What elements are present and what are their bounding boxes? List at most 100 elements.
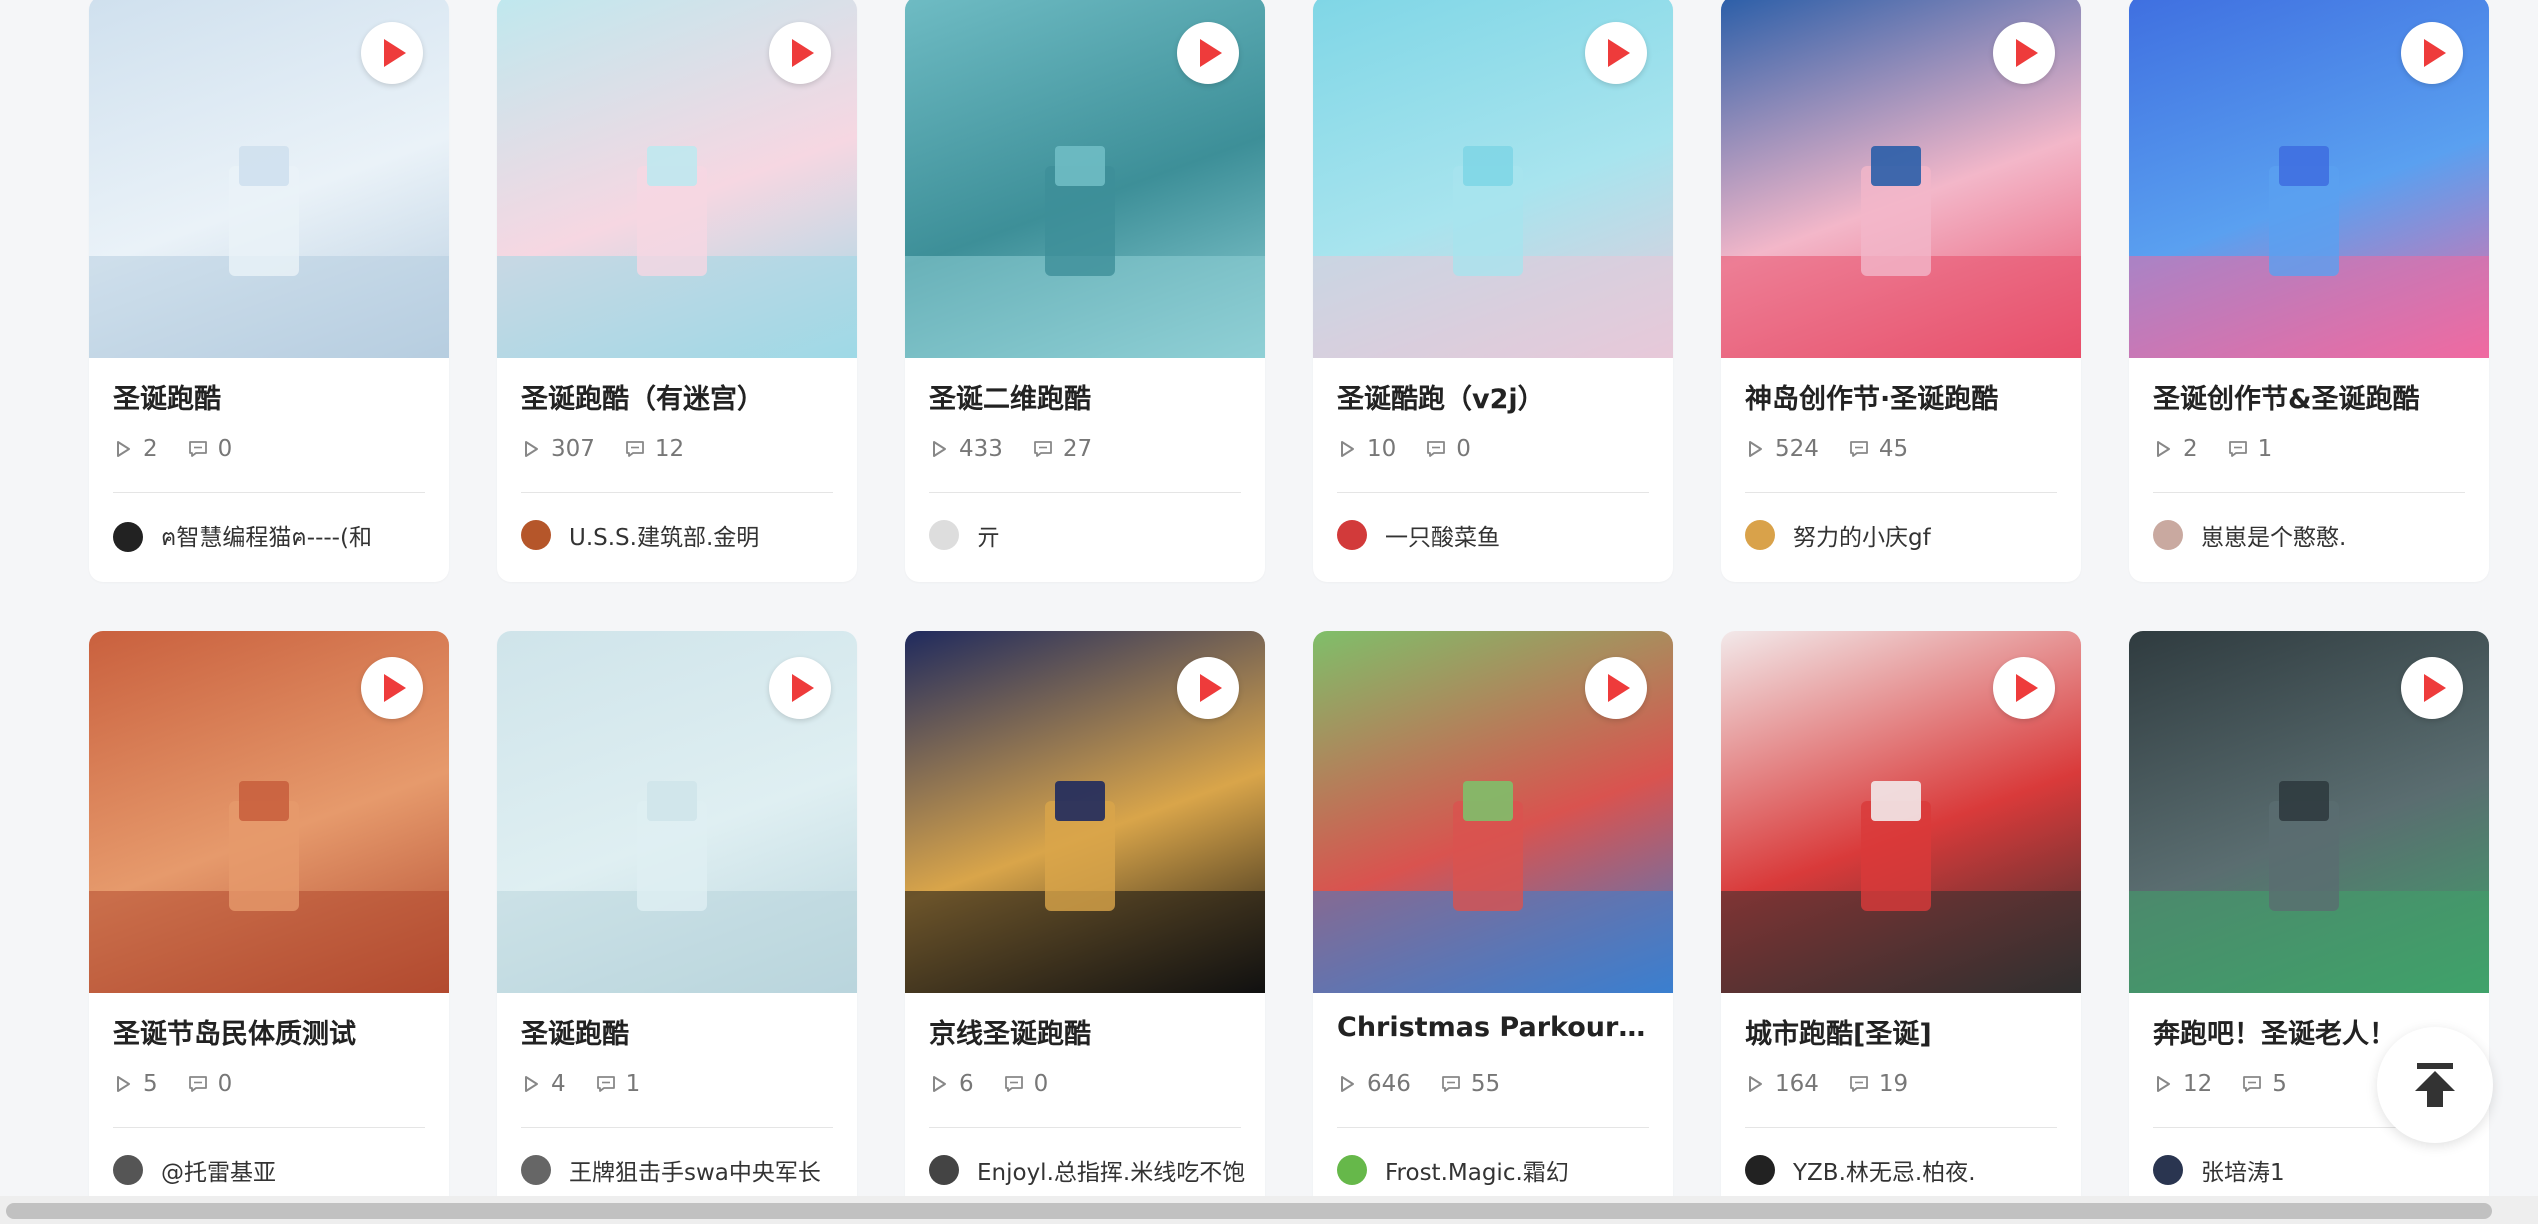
play-button[interactable] <box>1585 22 1647 84</box>
game-stats: 12 5 <box>2153 1071 2317 1097</box>
author-name[interactable]: 张培涛1 <box>2201 1153 2285 1187</box>
play-count: 10 <box>1337 436 1396 462</box>
game-thumbnail[interactable] <box>1721 631 2081 993</box>
back-to-top-button[interactable] <box>2377 1027 2493 1143</box>
game-title[interactable]: 神岛创作节·圣诞跑酷 <box>1745 377 2063 416</box>
author-info[interactable]: 努力的小庆gf <box>1745 518 2065 552</box>
game-card[interactable]: 圣诞创作节&圣诞跑酷 2 1 崽崽是个憨憨. <box>2129 0 2489 582</box>
author-info[interactable]: 崽崽是个憨憨. <box>2153 518 2473 552</box>
card-divider <box>1745 1127 2057 1128</box>
game-title[interactable]: 京线圣诞跑酷 <box>929 1012 1247 1051</box>
game-title[interactable]: 圣诞节岛民体质测试 <box>113 1012 431 1051</box>
play-icon <box>384 674 406 702</box>
avatar <box>929 520 959 550</box>
views-icon <box>117 1076 130 1092</box>
game-stats: 10 0 <box>1337 436 1501 462</box>
author-name[interactable]: 一只酸菜鱼 <box>1385 518 1500 552</box>
game-title[interactable]: 城市跑酷[圣诞] <box>1745 1012 2063 1051</box>
play-count-value: 2 <box>143 436 158 462</box>
avatar <box>1745 1155 1775 1185</box>
game-thumbnail[interactable] <box>497 631 857 993</box>
game-title[interactable]: Christmas Parkour/... <box>1337 1012 1655 1043</box>
game-card[interactable]: 圣诞跑酷（有迷宫） 307 12 U.S.S.建筑部.金明 <box>497 0 857 582</box>
card-divider <box>2153 492 2465 493</box>
game-thumbnail[interactable] <box>89 631 449 993</box>
game-card[interactable]: 圣诞节岛民体质测试 5 0 @托雷基亚 <box>89 631 449 1217</box>
comment-count: 1 <box>596 1071 640 1097</box>
game-card[interactable]: 京线圣诞跑酷 6 0 Enjoyl.总指挥.米线吃不饱 <box>905 631 1265 1217</box>
game-thumbnail[interactable] <box>905 631 1265 993</box>
author-info[interactable]: YZB.林无忌.柏夜. <box>1745 1153 2065 1187</box>
author-name[interactable]: U.S.S.建筑部.金明 <box>569 518 759 552</box>
views-icon <box>1341 1076 1354 1092</box>
author-info[interactable]: U.S.S.建筑部.金明 <box>521 518 841 552</box>
play-button[interactable] <box>1177 22 1239 84</box>
comment-count: 5 <box>2242 1071 2287 1097</box>
play-button[interactable] <box>1993 22 2055 84</box>
avatar <box>521 520 551 550</box>
game-thumbnail[interactable] <box>2129 631 2489 993</box>
play-button[interactable] <box>1585 657 1647 719</box>
author-info[interactable]: @托雷基亚 <box>113 1153 433 1187</box>
play-button[interactable] <box>769 657 831 719</box>
game-thumbnail[interactable] <box>497 0 857 358</box>
author-name[interactable]: Enjoyl.总指挥.米线吃不饱 <box>977 1153 1245 1187</box>
comment-count: 27 <box>1033 436 1092 462</box>
card-divider <box>1337 492 1649 493</box>
author-name[interactable]: 崽崽是个憨憨. <box>2201 518 2346 552</box>
game-card[interactable]: 圣诞酷跑（v2j） 10 0 一只酸菜鱼 <box>1313 0 1673 582</box>
author-info[interactable]: 一只酸菜鱼 <box>1337 518 1657 552</box>
play-button[interactable] <box>1993 657 2055 719</box>
game-card[interactable]: 神岛创作节·圣诞跑酷 524 45 努力的小庆gf <box>1721 0 2081 582</box>
card-divider <box>929 1127 1241 1128</box>
game-card[interactable]: Christmas Parkour/... 646 55 Frost.Magic.霜幻 <box>1313 631 1673 1217</box>
game-thumbnail[interactable] <box>1313 0 1673 358</box>
author-name[interactable]: 亓 <box>977 518 1000 552</box>
game-thumbnail[interactable] <box>905 0 1265 358</box>
game-title[interactable]: 圣诞创作节&圣诞跑酷 <box>2153 377 2471 416</box>
author-info[interactable]: Enjoyl.总指挥.米线吃不饱 <box>929 1153 1249 1187</box>
play-button[interactable] <box>361 657 423 719</box>
author-info[interactable]: 王牌狙击手swa中央军长 <box>521 1153 841 1187</box>
views-icon <box>117 441 130 457</box>
avatar <box>929 1155 959 1185</box>
play-count: 4 <box>521 1071 566 1097</box>
play-button[interactable] <box>2401 22 2463 84</box>
comment-icon <box>188 441 207 457</box>
game-card[interactable]: 圣诞二维跑酷 433 27 亓 <box>905 0 1265 582</box>
game-title[interactable]: 圣诞跑酷 <box>521 1012 839 1051</box>
game-title[interactable]: 圣诞酷跑（v2j） <box>1337 377 1655 416</box>
author-info[interactable]: Frost.Magic.霜幻 <box>1337 1153 1657 1187</box>
comment-count-value: 5 <box>2272 1071 2287 1097</box>
author-info[interactable]: 张培涛1 <box>2153 1153 2473 1187</box>
play-button[interactable] <box>361 22 423 84</box>
game-thumbnail[interactable] <box>1313 631 1673 993</box>
author-name[interactable]: ฅ智慧编程猫ฅ----(和 <box>161 518 372 556</box>
comment-count-value: 45 <box>1878 436 1909 462</box>
play-icon <box>2424 39 2446 67</box>
game-card[interactable]: 圣诞跑酷 2 0 ฅ智慧编程猫ฅ----(和 <box>89 0 449 582</box>
author-info[interactable]: 亓 <box>929 518 1249 552</box>
comment-count: 0 <box>188 1071 232 1097</box>
play-button[interactable] <box>1177 657 1239 719</box>
game-thumbnail[interactable] <box>89 0 449 358</box>
author-name[interactable]: YZB.林无忌.柏夜. <box>1793 1153 1976 1187</box>
play-button[interactable] <box>2401 657 2463 719</box>
game-thumbnail[interactable] <box>1721 0 2081 358</box>
game-thumbnail[interactable] <box>2129 0 2489 358</box>
scrollbar-thumb[interactable] <box>6 1203 2492 1219</box>
play-button[interactable] <box>769 22 831 84</box>
game-stats: 60 <box>929 1071 1078 1097</box>
game-card[interactable]: 城市跑酷[圣诞] 164 19 YZB.林无忌.柏夜. <box>1721 631 2081 1217</box>
game-title[interactable]: 圣诞跑酷（有迷宫） <box>521 377 839 416</box>
game-title[interactable]: 圣诞跑酷 <box>113 377 431 416</box>
game-card[interactable]: 圣诞跑酷 4 1 王牌狙击手swa中央军长 <box>497 631 857 1217</box>
game-title[interactable]: 圣诞二维跑酷 <box>929 377 1247 416</box>
author-info[interactable]: ฅ智慧编程猫ฅ----(和 <box>113 518 433 556</box>
author-name[interactable]: @托雷基亚 <box>161 1153 276 1187</box>
play-count-value: 646 <box>1367 1071 1411 1097</box>
author-name[interactable]: 努力的小庆gf <box>1793 518 1931 552</box>
comment-count-value: 19 <box>1878 1071 1909 1097</box>
author-name[interactable]: 王牌狙击手swa中央军长 <box>569 1153 821 1187</box>
author-name[interactable]: Frost.Magic.霜幻 <box>1385 1153 1569 1187</box>
